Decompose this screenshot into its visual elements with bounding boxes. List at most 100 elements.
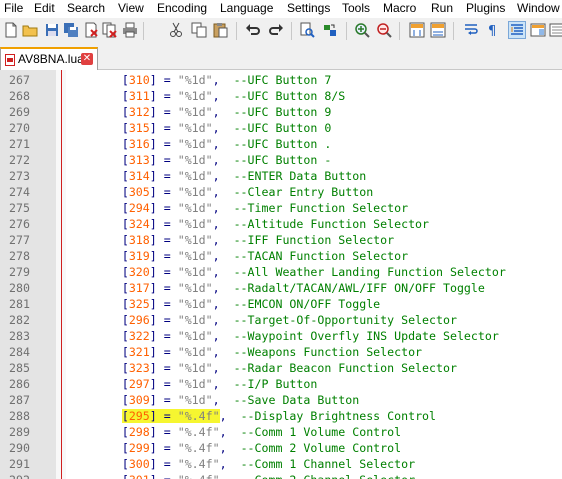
code-line[interactable]: 272 [313] = "%1d", --UFC Button - [0,152,562,168]
format-string: "%1d" [177,169,213,183]
menu-macro[interactable]: Macro [383,1,416,15]
code-line[interactable]: 279 [320] = "%1d", --All Weather Landing… [0,264,562,280]
code-line[interactable]: 281 [325] = "%1d", --EMCON ON/OFF Toggle [0,296,562,312]
menu-tools[interactable]: Tools [342,1,370,15]
comment-text: --Comm 1 Volume Control [240,425,402,439]
paste-icon[interactable] [212,22,228,38]
code-line[interactable]: 292 [301] = "%.4f", --Comm 2 Channel Sel… [0,472,562,479]
code-text: [325] = "%1d", --EMCON ON/OFF Toggle [121,297,381,311]
device-index: 313 [128,153,150,167]
word-wrap-icon[interactable] [463,22,479,38]
device-index: 295 [128,409,150,423]
open-file-icon[interactable] [22,22,38,38]
code-line[interactable]: 276 [324] = "%1d", --Altitude Function S… [0,216,562,232]
indent-guide-icon[interactable] [508,21,526,39]
code-text: [310] = "%1d", --UFC Button 7 [121,73,332,87]
comment-text: --All Weather Landing Function Selector [233,265,506,279]
menu-edit[interactable]: Edit [34,1,55,15]
new-file-icon[interactable] [3,22,19,38]
menu-run[interactable]: Run [431,1,453,15]
code-line[interactable]: 278 [319] = "%1d", --TACAN Function Sele… [0,248,562,264]
menu-search[interactable]: Search [67,1,105,15]
format-string: "%1d" [177,185,213,199]
device-index: 321 [128,345,150,359]
code-text: [296] = "%1d", --Target-Of-Opportunity S… [121,313,457,327]
menu-settings[interactable]: Settings [287,1,330,15]
device-index: 311 [128,89,150,103]
sync-horizontal-icon[interactable] [430,22,446,38]
code-line[interactable]: 283 [322] = "%1d", --Waypoint Overfly IN… [0,328,562,344]
code-line[interactable]: 288 [295] = "%.4f", --Display Brightness… [0,408,562,424]
line-number: 272 [9,153,30,167]
svg-text:¶: ¶ [488,24,496,38]
code-line[interactable]: 273 [314] = "%1d", --ENTER Data Button [0,168,562,184]
menu-plugins[interactable]: Plugins [466,1,505,15]
line-number: 286 [9,377,30,391]
line-number: 269 [9,105,30,119]
doc-map-icon[interactable] [530,22,546,38]
line-number: 290 [9,441,30,455]
code-line[interactable]: 275 [294] = "%1d", --Timer Function Sele… [0,200,562,216]
format-string: "%1d" [177,297,213,311]
zoom-out-icon[interactable] [376,22,392,38]
show-all-chars-icon[interactable]: ¶ [485,22,501,38]
code-line[interactable]: 284 [321] = "%1d", --Weapons Function Se… [0,344,562,360]
tab-close-icon[interactable]: ✕ [81,53,93,65]
function-list-icon[interactable] [549,22,562,38]
redo-icon[interactable] [268,22,284,38]
save-icon[interactable] [44,22,60,38]
code-line[interactable]: 277 [318] = "%1d", --IFF Function Select… [0,232,562,248]
line-number: 280 [9,281,30,295]
menu-file[interactable]: File [4,1,23,15]
format-string: "%1d" [177,377,213,391]
tab-av8bna-lua[interactable]: AV8BNA.lua ✕ [0,47,98,70]
file-icon [5,54,15,66]
device-index: 301 [129,473,150,479]
code-line[interactable]: 287 [309] = "%1d", --Save Data Button [0,392,562,408]
code-line[interactable]: 270 [315] = "%1d", --UFC Button 0 [0,120,562,136]
code-line[interactable]: 269 [312] = "%1d", --UFC Button 9 [0,104,562,120]
code-line[interactable]: 280 [317] = "%1d", --Radalt/TACAN/AWL/IF… [0,280,562,296]
tab-label: AV8BNA.lua [18,52,84,66]
line-number: 285 [9,361,30,375]
format-string: "%1d" [177,313,213,327]
code-text: [317] = "%1d", --Radalt/TACAN/AWL/IFF ON… [121,281,485,295]
code-line[interactable]: 291 [300] = "%.4f", --Comm 1 Channel Sel… [0,456,562,472]
close-icon[interactable] [83,22,99,38]
code-line[interactable]: 289 [298] = "%.4f", --Comm 1 Volume Cont… [0,424,562,440]
cut-icon[interactable] [168,22,184,38]
code-line[interactable]: 274 [305] = "%1d", --Clear Entry Button [0,184,562,200]
code-editor[interactable]: 267 [310] = "%1d", --UFC Button 7 268 [31… [0,70,562,479]
format-string: "%1d" [177,265,213,279]
replace-icon[interactable] [322,22,338,38]
copy-icon[interactable] [191,22,207,38]
code-line[interactable]: 286 [297] = "%1d", --I/P Button [0,376,562,392]
sync-vertical-icon[interactable] [409,22,425,38]
zoom-in-icon[interactable] [354,22,370,38]
format-string: "%1d" [177,345,213,359]
print-icon[interactable] [122,22,138,38]
find-icon[interactable] [299,22,315,38]
line-number: 267 [9,73,30,87]
code-line[interactable]: 285 [323] = "%1d", --Radar Beacon Functi… [0,360,562,376]
code-line[interactable]: 271 [316] = "%1d", --UFC Button . [0,136,562,152]
toolbar: ¶ [0,18,562,44]
code-text: [300] = "%.4f", --Comm 1 Channel Selecto… [121,457,416,471]
code-text: [316] = "%1d", --UFC Button . [121,137,332,151]
code-text: [321] = "%1d", --Weapons Function Select… [121,345,423,359]
menu-encoding[interactable]: Encoding [157,1,207,15]
line-number: 275 [9,201,30,215]
code-line[interactable]: 268 [311] = "%1d", --UFC Button 8/S [0,88,562,104]
menu-view[interactable]: View [118,1,144,15]
save-all-icon[interactable] [63,22,79,38]
comment-text: --Waypoint Overfly INS Update Selector [233,329,499,343]
format-string: "%1d" [177,329,213,343]
code-line[interactable]: 267 [310] = "%1d", --UFC Button 7 [0,72,562,88]
code-line[interactable]: 290 [299] = "%.4f", --Comm 2 Volume Cont… [0,440,562,456]
menu-window[interactable]: Window [517,1,560,15]
menu-language[interactable]: Language [220,1,273,15]
undo-icon[interactable] [245,22,261,38]
code-text: [294] = "%1d", --Timer Function Selector [121,201,409,215]
close-all-icon[interactable] [102,22,118,38]
code-line[interactable]: 282 [296] = "%1d", --Target-Of-Opportuni… [0,312,562,328]
